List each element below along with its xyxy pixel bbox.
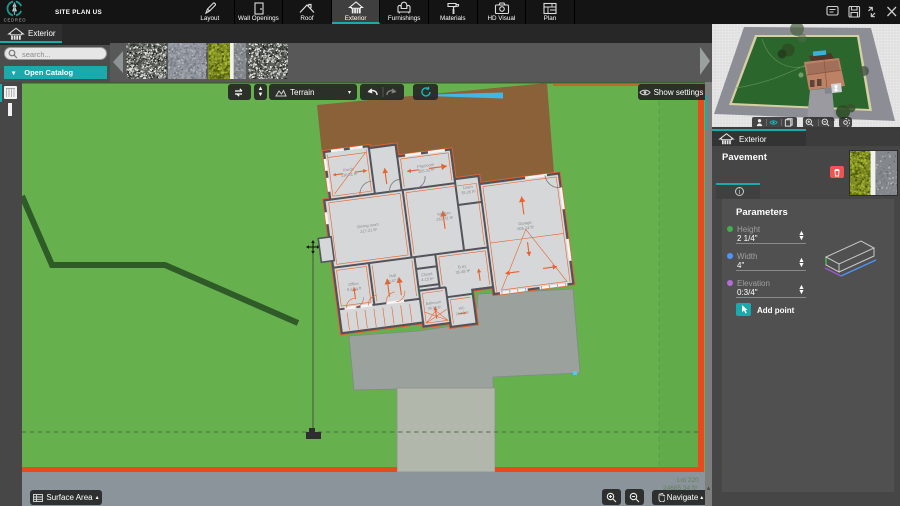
svg-text:CEDREO: CEDREO: [4, 18, 27, 23]
svg-text:WC: WC: [458, 306, 465, 311]
svg-text:Lot 220: Lot 220: [677, 477, 699, 484]
